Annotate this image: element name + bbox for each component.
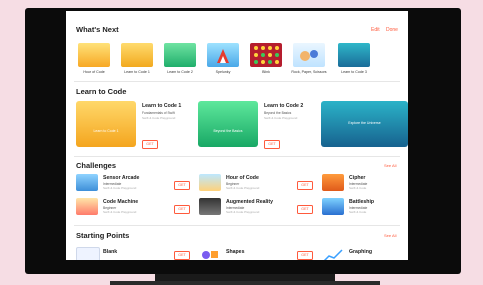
whats-next-thumb-rock-paper-scissors[interactable] — [293, 43, 325, 67]
learn-to-code-1-card[interactable]: Learn to Code 1 — [76, 101, 136, 147]
get-button[interactable]: GET — [264, 140, 280, 149]
challenge-meta: Swift & Code — [349, 186, 367, 190]
whats-next-label: Learn to Code 2 — [167, 70, 193, 74]
battleship-icon — [322, 198, 344, 215]
card-meta: Swift & Code Playground — [264, 116, 298, 120]
starting-point-title: Graphing — [349, 249, 373, 255]
divider — [74, 81, 400, 82]
whats-next-label: Blink — [262, 70, 270, 74]
whats-next-label: Spelunky — [215, 70, 231, 74]
get-button[interactable]: GET — [297, 251, 313, 260]
card-meta: Swift & Code Playground — [142, 116, 176, 120]
app-screen: What's Next Edit Done Hour of Code Learn… — [66, 11, 408, 260]
see-all-link[interactable]: See All — [384, 233, 396, 238]
starting-points-heading: Starting Points — [76, 231, 130, 240]
challenge-title: Cipher — [349, 175, 366, 181]
card-art-text: Explore the Universe — [348, 121, 381, 125]
starting-point-title: Blank — [103, 249, 118, 255]
challenge-meta: Swift & Code Playground — [226, 210, 260, 214]
graphing-icon — [322, 247, 344, 260]
tv-stand-base — [110, 281, 380, 285]
challenge-title: Battleship — [349, 199, 375, 205]
whats-next-thumb-learn-to-code-2[interactable] — [164, 43, 196, 67]
challenge-meta: Swift & Code Playground — [103, 186, 137, 190]
card-art-text: Learn to Code 1 — [93, 129, 119, 133]
hour-of-code-icon — [199, 174, 221, 191]
card-subtitle: Fundamentals of Swift — [142, 111, 175, 115]
cipher-icon — [322, 174, 344, 191]
augmented-reality-icon — [199, 198, 221, 215]
divider — [74, 156, 400, 157]
challenge-title: Code Machine — [103, 199, 139, 205]
hand-icon — [300, 50, 318, 61]
sensor-arcade-icon — [76, 174, 98, 191]
get-button[interactable]: GET — [297, 181, 313, 190]
card-subtitle: Beyond the Basics — [264, 111, 292, 115]
learn-to-code-3-card[interactable]: Explore the Universe — [321, 101, 408, 147]
whats-next-thumb-blink[interactable] — [250, 43, 282, 67]
whats-next-label: Learn to Code 3 — [341, 70, 367, 74]
whats-next-thumb-learn-to-code-1[interactable] — [121, 43, 153, 67]
learn-to-code-2-card[interactable]: Beyond the Basics — [198, 101, 258, 147]
whats-next-thumb-spelunky[interactable] — [207, 43, 239, 67]
rocket-icon — [217, 49, 229, 63]
whats-next-label: Hour of Code — [83, 70, 105, 74]
get-button[interactable]: GET — [174, 181, 190, 190]
challenge-meta: Swift & Code Playground — [226, 186, 260, 190]
challenge-title: Augmented Reality — [226, 199, 273, 205]
whats-next-thumb-hour-of-code[interactable] — [78, 43, 110, 67]
learn-to-code-heading: Learn to Code — [76, 87, 127, 96]
get-button[interactable]: GET — [174, 205, 190, 214]
challenge-meta: Swift & Code Playground — [103, 210, 137, 214]
see-all-link[interactable]: See All — [384, 163, 396, 168]
challenge-meta: Swift & Code — [349, 210, 367, 214]
challenge-title: Sensor Arcade — [103, 175, 140, 181]
whats-next-label: Learn to Code 1 — [124, 70, 150, 74]
grid-dots-icon — [254, 46, 279, 64]
graph-icon — [323, 249, 343, 260]
whats-next-label: Rock, Paper, Scissors — [291, 70, 327, 74]
card-title: Learn to Code 2 — [264, 103, 304, 109]
edit-button[interactable]: Edit — [371, 27, 380, 33]
get-button[interactable]: GET — [174, 251, 190, 260]
code-machine-icon — [76, 198, 98, 215]
whats-next-heading: What's Next — [76, 25, 119, 34]
shapes-icon — [202, 251, 218, 259]
starting-point-title: Shapes — [226, 249, 245, 255]
challenge-title: Hour of Code — [226, 175, 259, 181]
blank-icon — [76, 247, 100, 260]
done-button[interactable]: Done — [386, 27, 398, 33]
get-button[interactable]: GET — [297, 205, 313, 214]
card-art-text: Beyond the Basics — [213, 129, 243, 133]
card-title: Learn to Code 1 — [142, 103, 182, 109]
divider — [74, 225, 400, 226]
whats-next-thumb-learn-to-code-3[interactable] — [338, 43, 370, 67]
get-button[interactable]: GET — [142, 140, 158, 149]
shapes-icon — [199, 247, 221, 260]
challenges-heading: Challenges — [76, 161, 117, 170]
